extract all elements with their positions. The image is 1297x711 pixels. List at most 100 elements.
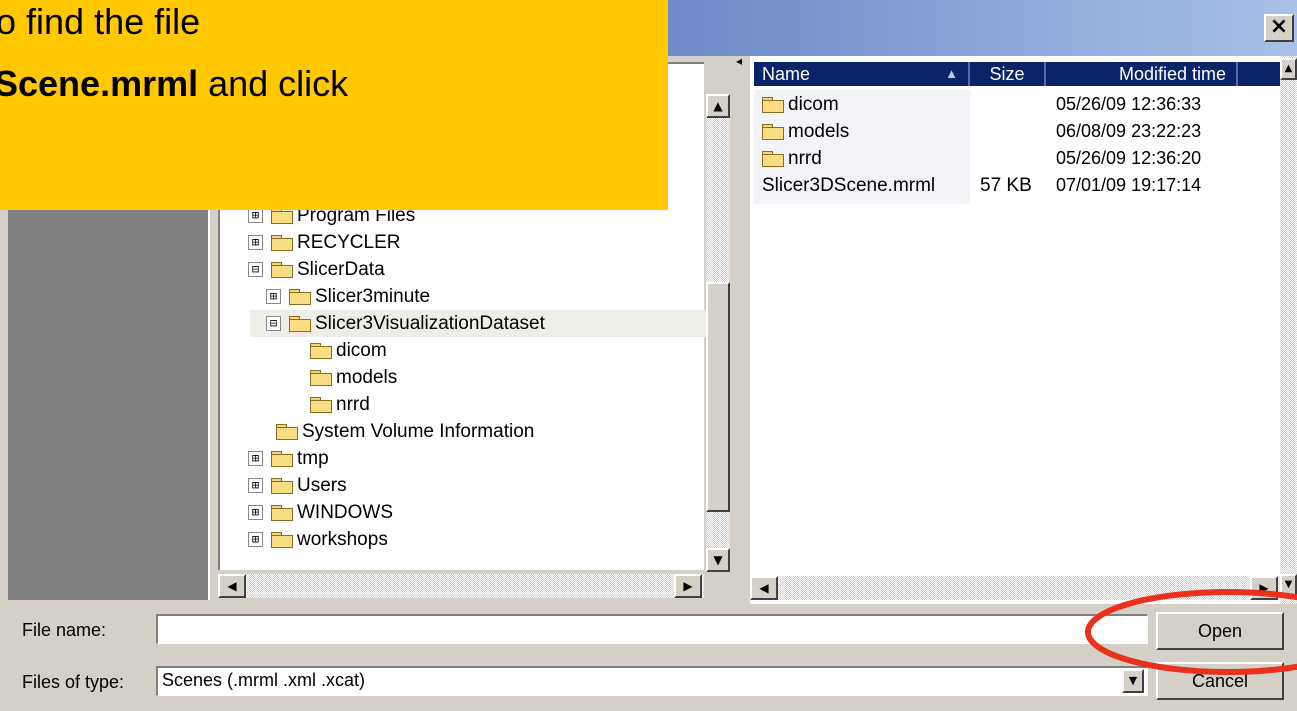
folder-icon — [271, 207, 293, 224]
collapse-icon[interactable]: ⊟ — [266, 316, 281, 332]
tree-item-label: WINDOWS — [297, 502, 394, 523]
file-list-vertical-scrollbar[interactable] — [1280, 56, 1297, 604]
files-of-type-value: Scenes (.mrml .xml .xcat) — [162, 670, 366, 690]
note-line-1: o find the file — [0, 1, 201, 42]
tree-item[interactable]: nrrd — [310, 391, 370, 418]
tree-item[interactable]: ⊟ Slicer3VisualizationDataset — [250, 310, 718, 337]
tree-scroll-down-button[interactable]: ▼ — [706, 548, 730, 572]
annotation-note: o find the file Scene.mrml and click — [0, 0, 668, 210]
expander-glyph: ⊟ — [269, 316, 278, 331]
file-name: models — [788, 121, 850, 142]
folder-icon — [762, 150, 784, 167]
file-row[interactable]: dicom — [762, 91, 839, 118]
tree-item[interactable]: ⊞ Users — [248, 472, 347, 499]
file-name: Slicer3DScene.mrml — [762, 175, 936, 196]
tree-item[interactable]: dicom — [310, 337, 387, 364]
file-name-input[interactable] — [156, 614, 1148, 644]
file-name: dicom — [788, 94, 839, 115]
tree-item-label: Slicer3minute — [315, 286, 431, 307]
tree-item-label: workshops — [297, 529, 388, 550]
folder-icon — [271, 477, 293, 494]
expand-icon[interactable]: ⊞ — [248, 235, 263, 251]
expander-glyph: ⊞ — [251, 505, 260, 520]
file-modified: 05/26/09 12:36:20 — [1056, 148, 1202, 168]
folder-icon — [762, 96, 784, 113]
tree-item[interactable]: ⊞ RECYCLER — [248, 229, 400, 256]
tree-item-label: dicom — [336, 340, 387, 361]
sort-ascending-icon: ▲ — [945, 66, 958, 81]
files-of-type-select[interactable]: Scenes (.mrml .xml .xcat) — [156, 666, 1148, 696]
file-name-label: File name: — [22, 620, 107, 640]
expand-icon[interactable]: ⊞ — [248, 208, 263, 224]
folder-icon — [271, 234, 293, 251]
tree-item-label: Users — [297, 475, 347, 496]
tree-item[interactable]: System Volume Information — [276, 418, 534, 445]
folder-icon — [271, 450, 293, 467]
file-name: nrrd — [788, 148, 822, 169]
file-row[interactable]: models — [762, 118, 849, 145]
close-button[interactable]: × — [1264, 14, 1294, 42]
note-line-2: Scene.mrml and click — [0, 58, 348, 110]
tree-item-label: System Volume Information — [302, 421, 535, 442]
folder-icon — [310, 369, 332, 386]
tree-scroll-up-button[interactable]: ▲ — [706, 94, 730, 118]
expander-glyph: ⊞ — [269, 289, 278, 304]
tree-scroll-thumb[interactable] — [706, 282, 730, 512]
tree-item-label: tmp — [297, 448, 329, 469]
tree-item[interactable]: ⊞ Slicer3minute — [266, 283, 430, 310]
expand-icon[interactable]: ⊞ — [248, 532, 263, 548]
highlight-circle — [1085, 589, 1297, 675]
tree-item-label: nrrd — [336, 394, 370, 415]
tree-item[interactable]: ⊞ workshops — [248, 526, 388, 553]
pane-splitter[interactable] — [734, 56, 748, 604]
expand-icon[interactable]: ⊞ — [266, 289, 281, 305]
folder-icon — [271, 531, 293, 548]
expand-icon[interactable]: ⊞ — [248, 451, 263, 467]
tree-horizontal-scrollbar[interactable] — [218, 574, 704, 598]
column-header-size-label: Size — [989, 64, 1025, 84]
tree-item-label: SlicerData — [297, 259, 385, 280]
column-header-name[interactable]: Name ▲ — [754, 62, 970, 86]
note-filename: Scene.mrml — [0, 63, 199, 104]
column-header-modified-label: Modified time — [1118, 64, 1226, 84]
folder-icon — [289, 315, 311, 332]
folder-icon — [289, 288, 311, 305]
file-row[interactable]: nrrd — [762, 145, 822, 172]
tree-item[interactable]: ⊞ WINDOWS — [248, 499, 393, 526]
tree-scroll-right-button[interactable]: ▶ — [674, 574, 702, 598]
column-header-size[interactable]: Size — [970, 62, 1046, 86]
file-size: 57 KB — [980, 175, 1032, 196]
tree-item[interactable]: ⊞ tmp — [248, 445, 329, 472]
file-scroll-up-button[interactable]: ▲ — [1280, 58, 1297, 80]
file-modified: 06/08/09 23:22:23 — [1056, 121, 1202, 141]
folder-icon — [276, 423, 298, 440]
collapse-icon[interactable]: ⊟ — [248, 262, 263, 278]
tree-item-label: Slicer3VisualizationDataset — [315, 313, 545, 334]
column-header-modified[interactable]: Modified time — [1046, 62, 1238, 86]
splitter-arrow-icon: ◂ — [736, 54, 743, 68]
column-header-name-label: Name — [762, 64, 811, 84]
tree-item-label: models — [336, 367, 398, 388]
tree-scroll-left-button[interactable]: ◀ — [218, 574, 246, 598]
file-scroll-left-button[interactable]: ◀ — [750, 576, 778, 600]
expand-icon[interactable]: ⊞ — [248, 478, 263, 494]
expander-glyph: ⊞ — [251, 235, 260, 250]
file-row[interactable]: Slicer3DScene.mrml — [762, 172, 935, 199]
note-line-2-rest: and click — [198, 63, 349, 104]
files-of-type-label: Files of type: — [22, 672, 125, 692]
expand-icon[interactable]: ⊞ — [248, 505, 263, 521]
expander-glyph: ⊞ — [251, 451, 260, 466]
expander-glyph: ⊟ — [251, 262, 260, 277]
folder-icon — [310, 342, 332, 359]
folder-icon — [271, 261, 293, 278]
tree-item[interactable]: ⊟ SlicerData — [248, 256, 385, 283]
tree-item[interactable]: models — [310, 364, 397, 391]
expander-glyph: ⊞ — [251, 532, 260, 547]
file-modified: 07/01/09 19:17:14 — [1056, 175, 1202, 195]
folder-icon — [762, 123, 784, 140]
tree-item-label: RECYCLER — [297, 232, 401, 253]
folder-icon — [271, 504, 293, 521]
column-header-filler — [1238, 62, 1280, 86]
file-modified: 05/26/09 12:36:33 — [1056, 94, 1202, 114]
highlight-ellipse — [1085, 589, 1297, 675]
